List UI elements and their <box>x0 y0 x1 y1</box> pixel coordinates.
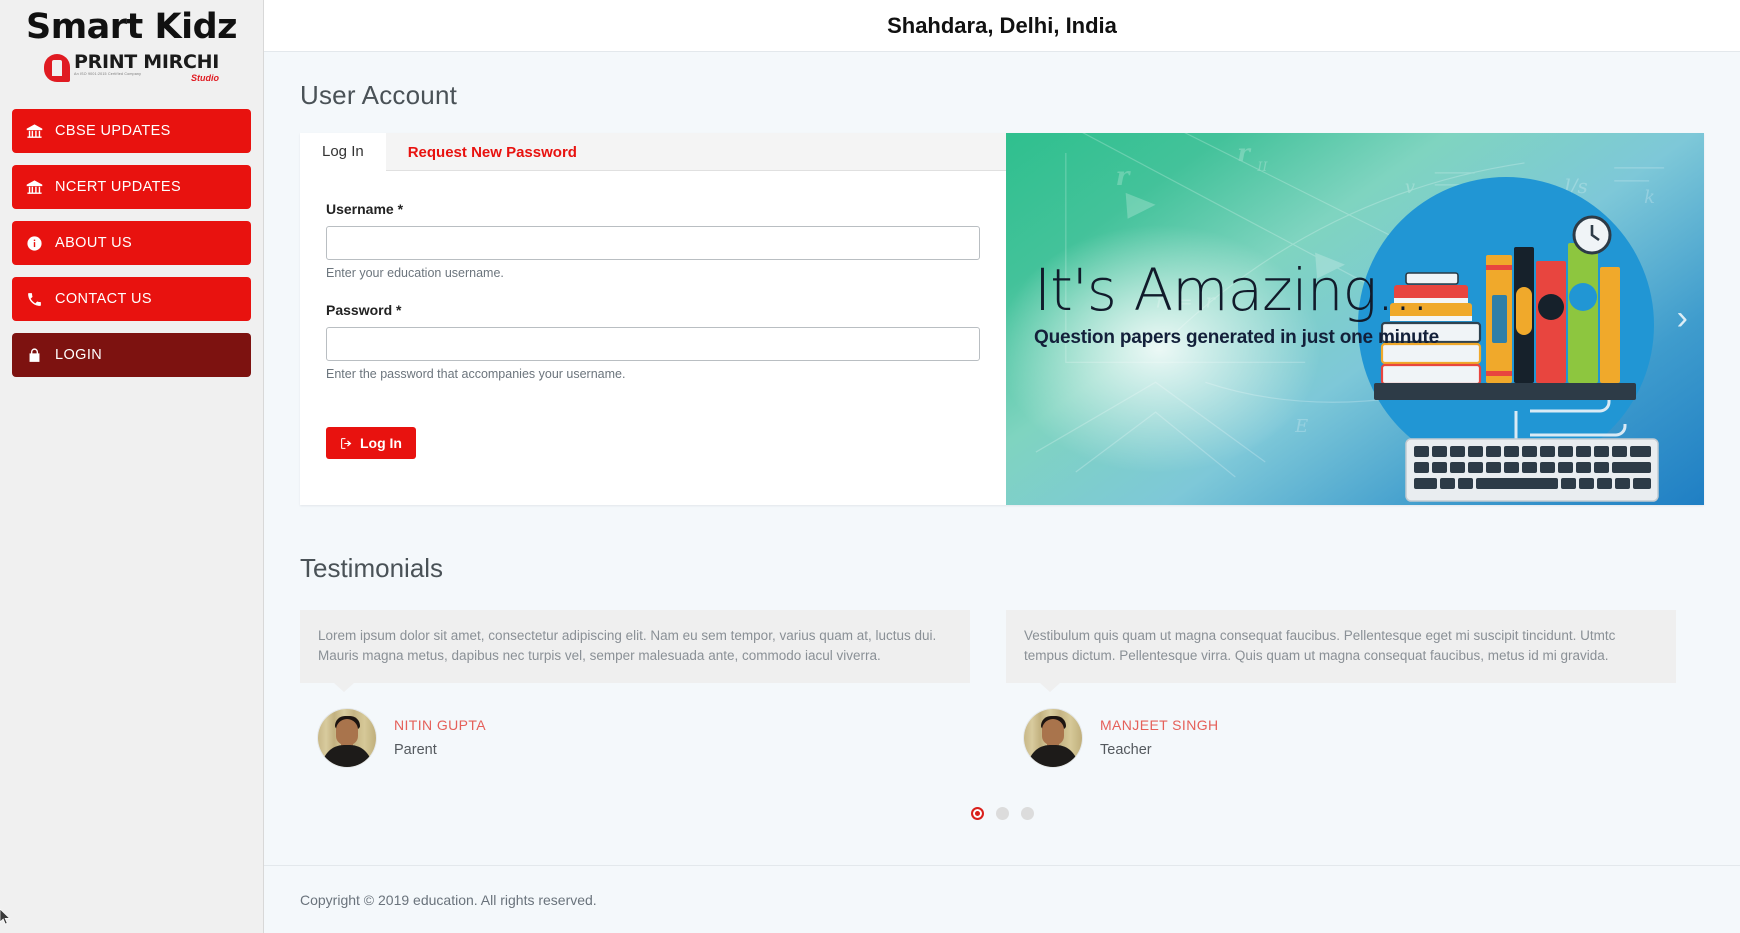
password-label: Password * <box>326 302 980 318</box>
testimonial-card: Lorem ipsum dolor sit amet, consectetur … <box>300 610 970 767</box>
bank-icon <box>26 123 43 140</box>
testimonial-author: NITIN GUPTA Parent <box>300 709 970 767</box>
info-icon <box>26 235 43 252</box>
lock-icon <box>26 347 43 364</box>
content-area: User Account Log In Request New Password… <box>264 52 1740 865</box>
login-form: Username * Enter your education username… <box>300 171 1006 499</box>
login-form-column: Log In Request New Password Username * E… <box>300 133 1006 505</box>
page-location-title: Shahdara, Delhi, India <box>887 13 1117 39</box>
banner-subheadline: Question papers generated in just one mi… <box>1034 327 1439 349</box>
sidebar-item-label: CBSE UPDATES <box>55 123 171 139</box>
partner-logo: PRINT MIRCHI An ISO 9001:2015 Certified … <box>12 53 251 84</box>
password-input[interactable] <box>326 327 980 361</box>
avatar <box>318 709 376 767</box>
sidebar-item-cbse-updates[interactable]: CBSE UPDATES <box>12 109 251 153</box>
password-field-group: Password * Enter the password that accom… <box>326 302 980 381</box>
tab-request-new-password[interactable]: Request New Password <box>386 133 599 171</box>
username-label: Username * <box>326 201 980 217</box>
carousel-dot[interactable] <box>971 807 984 820</box>
testimonials-carousel-dots <box>300 807 1704 820</box>
tab-log-in[interactable]: Log In <box>300 133 386 171</box>
testimonial-quote: Vestibulum quis quam ut magna consequat … <box>1006 610 1676 683</box>
avatar <box>1024 709 1082 767</box>
testimonial-author-name: NITIN GUPTA <box>394 717 486 733</box>
page-title: User Account <box>300 80 1704 111</box>
log-in-button-label: Log In <box>360 435 402 451</box>
partner-logo-certification: An ISO 9001:2015 Certified Company <box>74 73 219 77</box>
brand-block: Smart Kidz PRINT MIRCHI An ISO 9001:2015… <box>12 0 251 85</box>
testimonials-section: Testimonials Lorem ipsum dolor sit amet,… <box>300 553 1704 820</box>
svg-text:E: E <box>1294 416 1308 437</box>
sidebar: Smart Kidz PRINT MIRCHI An ISO 9001:2015… <box>0 0 264 933</box>
sidebar-item-label: CONTACT US <box>55 291 152 307</box>
username-help-text: Enter your education username. <box>326 266 980 280</box>
testimonial-author-role: Teacher <box>1100 742 1219 758</box>
topbar: Shahdara, Delhi, India <box>264 0 1740 52</box>
bank-icon <box>26 179 43 196</box>
testimonial-author: MANJEET SINGH Teacher <box>1006 709 1676 767</box>
login-panel: Log In Request New Password Username * E… <box>300 133 1704 505</box>
username-input[interactable] <box>326 226 980 260</box>
account-tabs: Log In Request New Password <box>300 133 1006 171</box>
main-area: Shahdara, Delhi, India User Account Log … <box>264 0 1740 933</box>
mouse-cursor-icon <box>0 909 12 925</box>
carousel-dot[interactable] <box>1021 807 1034 820</box>
svg-text:r: r <box>1237 139 1252 167</box>
password-help-text: Enter the password that accompanies your… <box>326 367 980 381</box>
testimonial-author-role: Parent <box>394 742 486 758</box>
sidebar-item-login[interactable]: LOGIN <box>12 333 251 377</box>
log-in-button[interactable]: Log In <box>326 427 416 459</box>
sidebar-nav: CBSE UPDATES NCERT UPDATES ABOUT US CONT… <box>12 109 251 377</box>
footer: Copyright © 2019 education. All rights r… <box>264 865 1740 933</box>
testimonials-title: Testimonials <box>300 553 1704 584</box>
banner-next-chevron-right-icon[interactable]: › <box>1677 301 1688 335</box>
sidebar-item-label: NCERT UPDATES <box>55 179 181 195</box>
app-root: Smart Kidz PRINT MIRCHI An ISO 9001:2015… <box>0 0 1740 933</box>
sidebar-item-about-us[interactable]: ABOUT US <box>12 221 251 265</box>
carousel-dot[interactable] <box>996 807 1009 820</box>
print-mirchi-mark-icon <box>44 54 70 82</box>
banner-headline: It's Amazing... <box>1034 261 1439 319</box>
testimonial-author-name: MANJEET SINGH <box>1100 717 1219 733</box>
banner-text-block: It's Amazing... Question papers generate… <box>1034 261 1439 349</box>
username-field-group: Username * Enter your education username… <box>326 201 980 280</box>
promo-banner: r r II r = r v l/s k E m <box>1006 133 1704 505</box>
testimonials-grid: Lorem ipsum dolor sit amet, consectetur … <box>300 610 1704 767</box>
partner-logo-name: PRINT MIRCHI <box>74 51 219 73</box>
brand-title: Smart Kidz <box>12 8 251 47</box>
sidebar-item-contact-us[interactable]: CONTACT US <box>12 277 251 321</box>
sidebar-item-label: LOGIN <box>55 347 102 363</box>
footer-copyright: Copyright © 2019 education. All rights r… <box>300 892 597 908</box>
svg-text:II: II <box>1256 160 1268 175</box>
sidebar-item-label: ABOUT US <box>55 235 132 251</box>
phone-icon <box>26 291 43 308</box>
sidebar-item-ncert-updates[interactable]: NCERT UPDATES <box>12 165 251 209</box>
testimonial-card: Vestibulum quis quam ut magna consequat … <box>1006 610 1676 767</box>
sign-in-icon <box>340 437 353 450</box>
svg-text:r: r <box>1116 162 1132 192</box>
testimonial-quote: Lorem ipsum dolor sit amet, consectetur … <box>300 610 970 683</box>
